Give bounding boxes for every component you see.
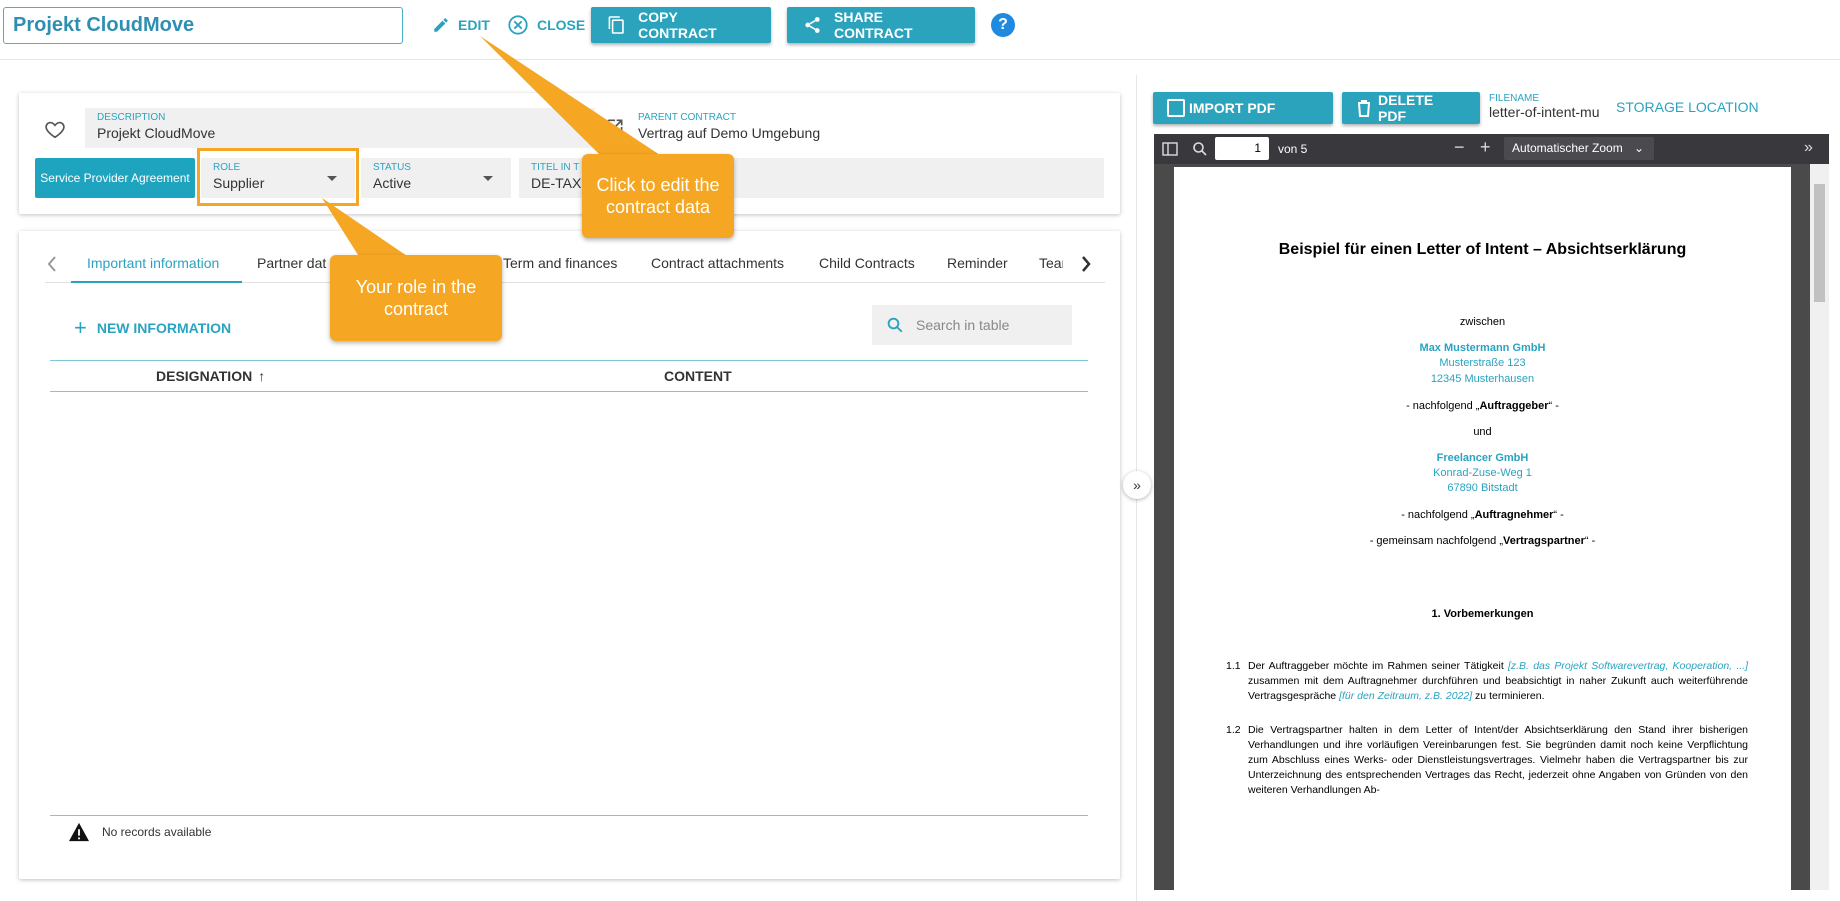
- joint-role-pre: - gemeinsam nachfolgend „: [1369, 535, 1503, 547]
- party2-name: Freelancer GmbH: [1436, 452, 1529, 464]
- zoom-in-icon[interactable]: +: [1480, 137, 1491, 158]
- storage-location-link[interactable]: STORAGE LOCATION: [1616, 99, 1759, 115]
- chevron-down-icon: ⌄: [1633, 141, 1644, 155]
- delete-pdf-label: DELETE PDF: [1378, 92, 1434, 124]
- para1-a: Der Auftraggeber möchte im Rahmen seiner…: [1248, 660, 1508, 672]
- party1-role: - nachfolgend „Auftraggeber“ -: [1174, 400, 1791, 412]
- party2-role-pre: - nachfolgend „: [1401, 509, 1475, 521]
- zoom-out-icon[interactable]: −: [1454, 137, 1465, 158]
- trash-icon: [1358, 100, 1370, 117]
- tools-menu-icon[interactable]: »: [1804, 139, 1813, 157]
- para1-number: 1.1: [1226, 660, 1241, 672]
- search-icon[interactable]: [1192, 141, 1208, 157]
- para1-b: [z.B. das Projekt Softwarevertrag, Koope…: [1507, 660, 1748, 672]
- party1-role-term: Auftraggeber: [1479, 400, 1549, 412]
- role-callout-pointer: [322, 198, 410, 258]
- page-count: von 5: [1278, 142, 1308, 156]
- party1-role-post: “ -: [1548, 400, 1559, 412]
- page-number-input[interactable]: 1: [1215, 137, 1269, 160]
- joint-role-term: Vertragspartner: [1502, 535, 1585, 547]
- filename-value: letter-of-intent-mu: [1489, 104, 1600, 120]
- library-icon: [1167, 99, 1185, 117]
- pdf-page: Beispiel für einen Letter of Intent – Ab…: [1174, 167, 1791, 890]
- joint-role-post: “ -: [1584, 535, 1596, 547]
- party2-street: Konrad-Zuse-Weg 1: [1433, 467, 1532, 479]
- party1-role-pre: - nachfolgend „: [1406, 400, 1480, 412]
- doc-title: Beispiel für einen Letter of Intent – Ab…: [1278, 241, 1687, 258]
- party2-city: 67890 Bitstadt: [1447, 482, 1518, 494]
- joint-role: - gemeinsam nachfolgend „Vertragspartner…: [1174, 535, 1791, 547]
- pdf-scrollbar[interactable]: [1810, 164, 1829, 890]
- filename-label: FILENAME: [1489, 93, 1540, 104]
- sidebar-toggle-icon[interactable]: [1162, 142, 1178, 156]
- import-pdf-label: IMPORT PDF: [1189, 100, 1276, 116]
- para2: Die Vertragspartner halten in dem Letter…: [1248, 724, 1748, 796]
- zoom-select[interactable]: Automatischer Zoom ⌄: [1504, 137, 1654, 160]
- para1: Der Auftraggeber möchte im Rahmen seiner…: [1248, 659, 1748, 704]
- section-heading: 1. Vorbemerkungen: [1431, 608, 1534, 620]
- party2-role-term: Auftragnehmer: [1474, 509, 1554, 521]
- edit-callout: Click to edit the contract data: [582, 154, 734, 238]
- party2-role: - nachfolgend „Auftragnehmer“ -: [1174, 509, 1791, 521]
- zoom-value: Automatischer Zoom: [1512, 141, 1623, 155]
- filename-field: FILENAME letter-of-intent-mu: [1489, 93, 1605, 120]
- scrollbar-thumb[interactable]: [1814, 184, 1825, 302]
- para1-e: zu terminieren.: [1472, 690, 1545, 702]
- import-pdf-button[interactable]: IMPORT PDF: [1153, 92, 1333, 124]
- pdf-toolbar: 1 von 5 − + Automatischer Zoom ⌄ »: [1154, 134, 1829, 164]
- party1-city: 12345 Musterhausen: [1430, 373, 1535, 385]
- doc-and: und: [1473, 426, 1492, 438]
- delete-pdf-button[interactable]: DELETE PDF: [1342, 92, 1480, 124]
- pdf-viewer: 1 von 5 − + Automatischer Zoom ⌄ » Beisp…: [1154, 134, 1829, 890]
- role-callout: Your role in the contract: [330, 255, 502, 341]
- para2-number: 1.2: [1226, 724, 1241, 736]
- edit-callout-pointer: [480, 36, 660, 155]
- collapse-panel-icon[interactable]: »: [1123, 471, 1151, 499]
- doc-between: zwischen: [1459, 316, 1506, 328]
- para1-d: [für den Zeitraum, z.B. 2022]: [1339, 690, 1473, 702]
- party1-name: Max Mustermann GmbH: [1419, 342, 1546, 354]
- party2-role-post: “ -: [1553, 509, 1564, 521]
- party1-street: Musterstraße 123: [1439, 357, 1526, 369]
